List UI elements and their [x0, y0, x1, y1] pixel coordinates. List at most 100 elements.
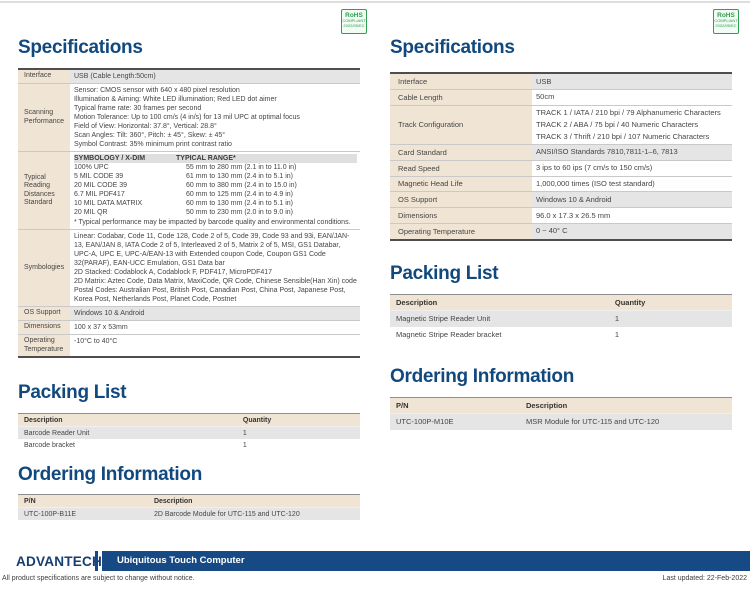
spec-line: 2D Stacked: Codablock A, Codablock F, PD…	[74, 268, 357, 277]
spec-value: ANSI/ISO Standards 7810,7811-1–6, 7813	[532, 145, 732, 160]
footer-last-updated: Last updated: 22-Feb-2022	[663, 575, 747, 582]
table-cell: UTC-100P-B11E	[18, 508, 148, 520]
table-header-row: P/NDescription	[18, 495, 360, 508]
table-header-row: DescriptionQuantity	[390, 295, 732, 311]
table-cell: Barcode bracket	[18, 439, 237, 451]
reading-distance-row: 20 MIL CODE 3960 mm to 380 mm (2.4 in to…	[74, 181, 357, 190]
spec-line: Motion Tolerance: Up to 100 cm/s (4 in/s…	[74, 113, 357, 122]
spec-label: Dimensions	[390, 208, 532, 223]
section-title-packing-list: Packing List	[18, 382, 360, 404]
spec-table-msr: InterfaceUSBCable Length50cmTrack Config…	[390, 72, 732, 241]
footer-notes: All product specifications are subject t…	[2, 575, 747, 582]
symbology-name: 100% UPC	[74, 163, 176, 172]
section-title-ordering-information: Ordering Information	[390, 366, 732, 388]
spec-value: USB (Cable Length:50cm)	[70, 70, 360, 83]
spec-label: Track Configuration	[390, 106, 532, 144]
spec-row: Typical Reading Distances Standard SYMBOL…	[18, 152, 360, 230]
spec-line: Field of View: Horizontal: 37.8°, Vertic…	[74, 122, 357, 131]
table-row: UTC-100P-M10EMSR Module for UTC-115 and …	[390, 414, 732, 429]
spec-row: Interface USB (Cable Length:50cm)	[18, 70, 360, 84]
spec-row: OS SupportWindows 10 & Android	[18, 307, 360, 321]
spec-label: Read Speed	[390, 161, 532, 176]
typical-range: 60 mm to 130 mm (2.4 in to 5.1 in)	[176, 199, 293, 208]
reading-distance-row: 6.7 MIL PDF41760 mm to 125 mm (2.4 in to…	[74, 190, 357, 199]
section-title-packing-list: Packing List	[390, 263, 732, 285]
sub-col1-header: SYMBOLOGY / X-DIM	[74, 154, 176, 163]
spec-line: Linear: Codabar, Code 11, Code 128, Code…	[74, 232, 357, 268]
advantech-logo: ADVANTECH	[16, 553, 102, 569]
spec-value: -10°C to 40°C	[70, 335, 360, 356]
spec-value: USB	[532, 74, 732, 89]
column-header: Description	[390, 295, 609, 310]
spec-line: -10°C to 40°C	[74, 337, 357, 346]
spec-row: Track Configuration TRACK 1 / IATA / 210 …	[390, 106, 732, 145]
table-cell: 1	[609, 311, 732, 326]
spec-label: Interface	[18, 70, 70, 83]
table-cell: 1	[609, 327, 732, 342]
spec-line: 50cm	[536, 91, 729, 103]
table-cell: Magnetic Stripe Reader Unit	[390, 311, 609, 326]
section-title-specifications: Specifications	[18, 37, 360, 59]
column-header: Quantity	[237, 414, 360, 426]
column-header: P/N	[390, 398, 520, 413]
table-cell: Magnetic Stripe Reader bracket	[390, 327, 609, 342]
spec-line: 2D Matrix: Aztec Code, Data Matrix, Maxi…	[74, 277, 357, 286]
spec-row: Magnetic Head Life1,000,000 times (ISO t…	[390, 177, 732, 193]
spec-value: 50cm	[532, 90, 732, 105]
packing-list-table: DescriptionQuantityBarcode Reader Unit1B…	[18, 413, 360, 451]
ordering-information-table: P/NDescriptionUTC-100P-B11E2D Barcode Mo…	[18, 494, 360, 520]
table-cell: Barcode Reader Unit	[18, 427, 237, 439]
spec-value: 0 ~ 40° C	[532, 224, 732, 239]
symbology-name: 10 MIL DATA MATRIX	[74, 199, 176, 208]
spec-value: Linear: Codabar, Code 11, Code 128, Code…	[70, 230, 360, 306]
reading-distance-row: 5 MIL CODE 3961 mm to 130 mm (2.4 in to …	[74, 172, 357, 181]
symbology-name: 6.7 MIL PDF417	[74, 190, 176, 199]
spec-row: Operating Temperature -10°C to 40°C	[18, 335, 360, 356]
table-row: UTC-100P-B11E2D Barcode Module for UTC-1…	[18, 508, 360, 520]
spec-value: Windows 10 & Android	[532, 192, 732, 207]
sub-col2-header: TYPICAL RANGE*	[176, 154, 236, 163]
spec-line: TRACK 2 / ABA / 75 bpi / 40 Numeric Char…	[536, 119, 729, 131]
spec-line: USB (Cable Length:50cm)	[74, 72, 357, 81]
footer-divider	[95, 551, 98, 571]
spec-line: Illumination & Aiming: White LED illumin…	[74, 95, 357, 104]
table-row: Magnetic Stripe Reader bracket1	[390, 327, 732, 342]
spec-line: Symbol Contrast: 35% minimum print contr…	[74, 140, 357, 149]
spec-line: 3 ips to 60 ips (7 cm/s to 150 cm/s)	[536, 162, 729, 174]
spec-row: Read Speed 3 ips to 60 ips (7 cm/s to 150…	[390, 161, 732, 177]
spec-value: Windows 10 & Android	[70, 307, 360, 320]
spec-value: 3 ips to 60 ips (7 cm/s to 150 cm/s)	[532, 161, 732, 176]
section-title-specifications: Specifications	[390, 37, 732, 59]
spec-line: TRACK 1 / IATA / 210 bpi / 79 Alphanumer…	[536, 107, 729, 119]
spec-line: USB	[536, 76, 729, 88]
table-cell: 1	[237, 439, 360, 451]
spec-label: Operating Temperature	[18, 335, 70, 356]
spec-value: Sensor: CMOS sensor with 640 x 480 pixel…	[70, 84, 360, 151]
spec-line: Postal Codes: Australian Post, British P…	[74, 286, 357, 304]
table-header-row: DescriptionQuantity	[18, 414, 360, 427]
spec-line: 96.0 x 17.3 x 26.5 mm	[536, 210, 729, 222]
spec-line: Windows 10 & Android	[536, 194, 729, 206]
typical-range: 61 mm to 130 mm (2.4 in to 5.1 in)	[176, 172, 293, 181]
spec-label: Interface	[390, 74, 532, 89]
spec-label: Typical Reading Distances Standard	[18, 152, 70, 229]
spec-label: Operating Temperature	[390, 224, 532, 239]
column-barcode-module: RoHS COMPLIANT 2002/95/EC Specifications…	[18, 0, 360, 520]
spec-line: Windows 10 & Android	[74, 309, 357, 318]
spec-table-barcode: InterfaceUSB (Cable Length:50cm)Scanning…	[18, 68, 360, 358]
sub-table-header: SYMBOLOGY / X-DIMTYPICAL RANGE*	[74, 154, 357, 163]
ordering-information-table: P/NDescriptionUTC-100P-M10EMSR Module fo…	[390, 397, 732, 430]
packing-list-table: DescriptionQuantityMagnetic Stripe Reade…	[390, 294, 732, 342]
column-header: P/N	[18, 495, 148, 507]
reading-distance-row: 20 MIL QR50 mm to 230 mm (2.0 in to 9.0 …	[74, 208, 357, 217]
table-header-row: P/NDescription	[390, 398, 732, 414]
table-cell: UTC-100P-M10E	[390, 414, 520, 429]
rohs-badge-directive: 2002/95/EC	[714, 24, 738, 29]
spec-label: Symbologies	[18, 230, 70, 306]
typical-range: 60 mm to 380 mm (2.4 in to 15.0 in)	[176, 181, 297, 190]
spec-line: ANSI/ISO Standards 7810,7811-1–6, 7813	[536, 146, 729, 158]
table-cell: 2D Barcode Module for UTC-115 and UTC-12…	[148, 508, 360, 520]
datasheet-page: RoHS COMPLIANT 2002/95/EC Specifications…	[0, 0, 750, 591]
spec-line: Typical frame rate: 30 frames per second	[74, 104, 357, 113]
spec-line: TRACK 3 / Thrift / 210 bpi / 107 Numeric…	[536, 131, 729, 143]
